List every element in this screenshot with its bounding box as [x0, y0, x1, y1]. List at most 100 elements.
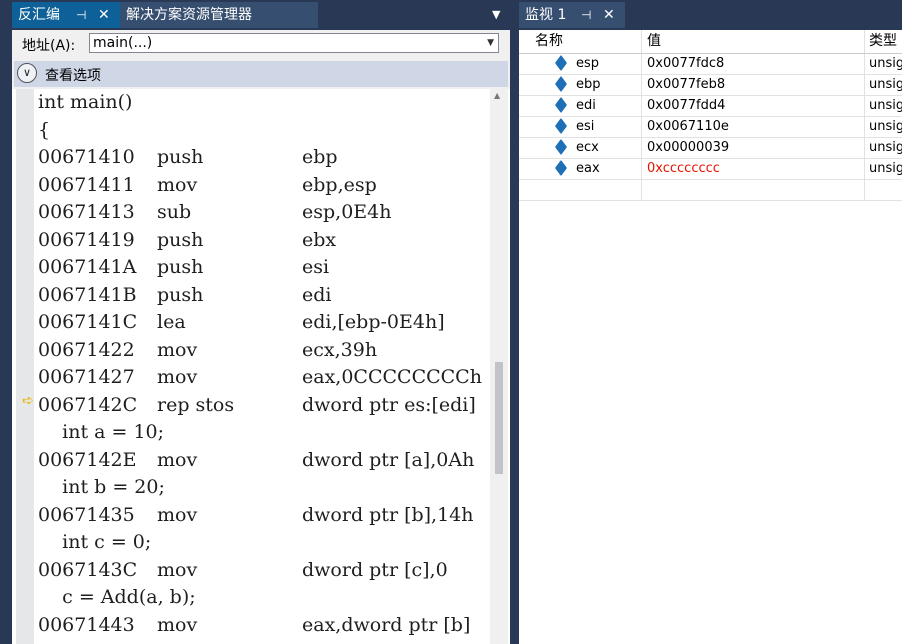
instruction-address: 00671413 — [38, 201, 135, 223]
tab-solution-explorer[interactable]: 解决方案资源管理器 — [120, 2, 318, 28]
watch-header-row: 名称 值 类型 — [519, 30, 902, 54]
instruction-operands: dword ptr [c],0 — [302, 558, 448, 581]
tab-watch-1-label: 监视 1 — [525, 7, 567, 23]
instruction-operands: edi — [302, 283, 332, 306]
instruction-operands: ebx — [302, 228, 337, 251]
register-cube-icon — [554, 75, 568, 93]
watch-empty-cell[interactable] — [529, 180, 641, 200]
watch-row-ebp[interactable]: ebp 0x0077feb8 unsigned int — [519, 75, 902, 96]
watch-name-cell[interactable]: esi — [529, 117, 641, 137]
source-text: int c = 0; — [38, 531, 152, 553]
instruction-operands: eax — [302, 639, 335, 644]
address-value: main(...) — [93, 35, 153, 51]
watch-value-cell[interactable]: 0x0077feb8 — [641, 75, 864, 95]
watch-name-cell[interactable]: ecx — [529, 138, 641, 158]
watch-value-cell[interactable]: 0xcccccccc — [641, 159, 864, 179]
instruction-opcode: mov — [157, 558, 198, 581]
watch-value-cell[interactable]: 0x0077fdd4 — [641, 96, 864, 116]
address-combobox[interactable]: main(...) ▼ — [89, 33, 499, 53]
watch-type-cell: unsigned int — [864, 117, 902, 137]
watch-name-cell[interactable]: edi — [529, 96, 641, 116]
watch-type: unsigned int — [869, 98, 902, 113]
instruction-operands: dword ptr [a],0Ah — [302, 448, 475, 471]
tab-solution-explorer-label: 解决方案资源管理器 — [126, 7, 252, 23]
watch-value-cell[interactable]: 0x0067110e — [641, 117, 864, 137]
scrollbar-thumb[interactable] — [495, 362, 503, 474]
watch-value-cell[interactable]: 0x00000039 — [641, 138, 864, 158]
instruction-opcode: push — [157, 256, 204, 278]
chevron-down-icon[interactable]: ▼ — [487, 34, 494, 52]
instruction-opcode: push — [157, 283, 204, 306]
code-lines: int main() {00671410 push ebp 00671411 mov ebp… — [38, 89, 488, 644]
tab-disassembly[interactable]: 反汇编 ⊣ ✕ — [12, 2, 120, 28]
watch-type: unsigned int — [869, 119, 902, 134]
instruction-address: 0067141B — [38, 283, 137, 306]
instruction-operands: ebp,esp — [302, 173, 377, 196]
instruction-address: 00671410 — [38, 146, 135, 168]
column-header-value[interactable]: 值 — [641, 30, 864, 53]
disassembly-window: 地址(A): main(...) ▼ ∨ 查看选项 ➪ int main() {0… — [12, 30, 510, 644]
watch-name-cell[interactable]: esp — [529, 54, 641, 74]
view-options-bar[interactable]: ∨ 查看选项 — [14, 61, 508, 87]
instruction-operands: esi — [302, 256, 330, 278]
instruction-operands: eax,dword ptr [b] — [302, 613, 471, 636]
watch-value: 0x0077fdc8 — [647, 56, 725, 71]
watch-value: 0x0067110e — [647, 119, 729, 134]
indicator-margin[interactable]: ➪ — [16, 89, 34, 644]
scroll-up-icon[interactable]: ▲ — [494, 91, 500, 100]
instruction-opcode: mov — [157, 613, 198, 636]
instruction-pointer-arrow-icon: ➪ — [22, 393, 34, 409]
source-text: int b = 20; — [38, 476, 165, 498]
vertical-scrollbar[interactable]: ▲ — [490, 89, 508, 644]
register-cube-icon — [554, 96, 568, 114]
watch-name: ecx — [576, 140, 599, 155]
source-text: int main() — [38, 91, 133, 113]
instruction-operands: dword ptr [b],14h — [302, 503, 474, 526]
instruction-address: 0067143C — [38, 558, 138, 581]
column-header-name[interactable]: 名称 — [529, 30, 641, 53]
watch-type-cell: unsigned int — [864, 138, 902, 158]
instruction-opcode: mov — [157, 366, 198, 388]
instruction-operands: eax,0CCCCCCCCh — [302, 366, 482, 388]
watch-name: ebp — [576, 77, 601, 92]
watch-type-cell: unsigned int — [864, 75, 902, 95]
chevron-down-icon[interactable]: ▼ — [492, 2, 500, 28]
instruction-opcode: sub — [157, 201, 192, 223]
watch-name-cell[interactable]: ebp — [529, 75, 641, 95]
instruction-address: 0067142E — [38, 448, 137, 471]
watch-empty-cell[interactable] — [864, 180, 902, 200]
close-icon[interactable]: ✕ — [603, 2, 615, 28]
tab-watch-1[interactable]: 监视 1 ⊣ ✕ — [519, 2, 625, 28]
watch-name: edi — [576, 98, 596, 113]
instruction-opcode: push — [157, 639, 203, 644]
watch-row-esp[interactable]: esp 0x0077fdc8 unsigned int — [519, 54, 902, 75]
register-cube-icon — [554, 54, 568, 72]
watch-value-cell[interactable]: 0x0077fdc8 — [641, 54, 864, 74]
instruction-operands: edi,[ebp-0E4h] — [302, 311, 445, 333]
disassembly-code-area[interactable]: ➪ int main() {00671410 push ebp 00671411 mov e… — [12, 89, 510, 644]
watch-row-edi[interactable]: edi 0x0077fdd4 unsigned int — [519, 96, 902, 117]
tab-disassembly-label: 反汇编 — [18, 7, 60, 23]
watch-type: unsigned int — [869, 77, 902, 92]
right-tab-bar: 监视 1 ⊣ ✕ — [513, 0, 902, 30]
watch-name-cell[interactable]: eax — [529, 159, 641, 179]
instruction-opcode: mov — [157, 338, 198, 361]
watch-empty-cell[interactable] — [641, 180, 864, 200]
expand-collapse-icon[interactable]: ∨ — [17, 63, 37, 83]
watch-row-eax[interactable]: eax 0xcccccccc unsigned int — [519, 159, 902, 180]
pin-icon[interactable]: ⊣ — [76, 2, 86, 28]
instruction-opcode: push — [157, 146, 204, 168]
close-icon[interactable]: ✕ — [98, 2, 110, 28]
instruction-opcode: lea — [157, 311, 186, 333]
instruction-operands: dword ptr es:[edi] — [302, 393, 476, 416]
watch-value: 0x0077feb8 — [647, 77, 726, 92]
watch-empty-row[interactable] — [519, 180, 902, 201]
instruction-address: 00671419 — [38, 228, 135, 251]
watch-type: unsigned int — [869, 140, 902, 155]
pin-icon[interactable]: ⊣ — [581, 2, 591, 28]
column-header-type[interactable]: 类型 — [864, 30, 902, 53]
watch-name: esi — [576, 119, 595, 134]
instruction-address: 00671411 — [38, 173, 135, 196]
watch-row-ecx[interactable]: ecx 0x00000039 unsigned int — [519, 138, 902, 159]
watch-row-esi[interactable]: esi 0x0067110e unsigned int — [519, 117, 902, 138]
